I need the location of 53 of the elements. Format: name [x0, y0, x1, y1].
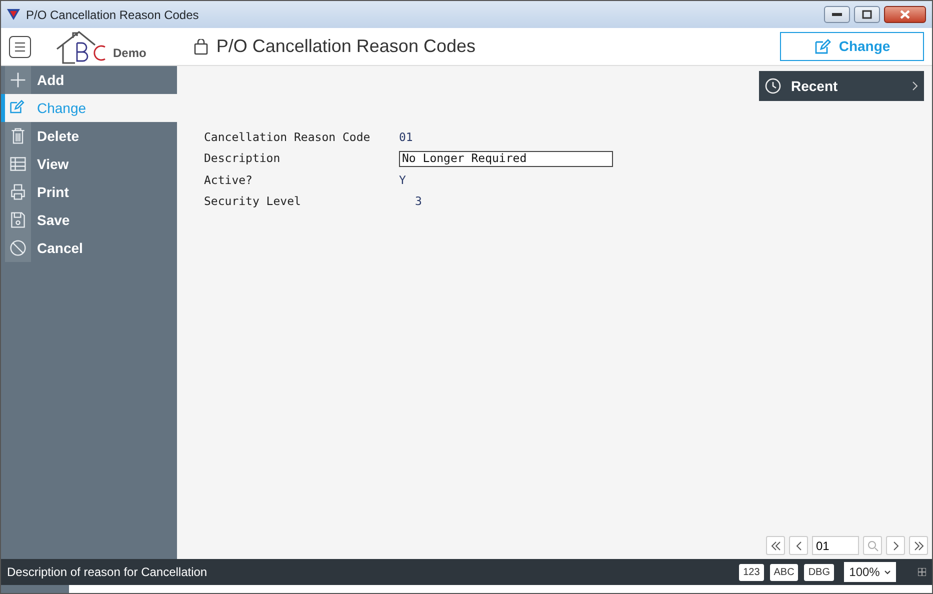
field-label: Description — [204, 150, 282, 168]
save-icon — [9, 211, 27, 229]
page-title: P/O Cancellation Reason Codes — [216, 35, 476, 58]
last-page-button[interactable] — [909, 536, 928, 555]
sidebar-item[interactable]: Cancel — [5, 234, 177, 262]
minimize-icon — [832, 12, 842, 16]
menu-icon — [14, 42, 26, 52]
last-page-icon — [912, 540, 924, 552]
edit-icon — [814, 38, 831, 55]
maximize-icon — [862, 10, 872, 19]
search-icon — [866, 540, 878, 552]
field-value: 3 — [414, 194, 422, 208]
field-label: Security Level — [204, 192, 302, 210]
sidebar-item[interactable]: Delete — [5, 122, 177, 150]
maximize-button[interactable] — [854, 6, 880, 23]
change-button[interactable]: Change — [780, 32, 924, 61]
app-icon — [7, 8, 20, 21]
mode-toggle[interactable]: 123 — [739, 564, 764, 580]
printer-icon — [9, 183, 27, 201]
sidebar-item[interactable]: View — [5, 150, 177, 178]
menu-button[interactable] — [9, 36, 31, 58]
sidebar-item[interactable]: Save — [5, 206, 177, 234]
field-value: Y — [399, 172, 406, 186]
status-message: Description of reason for Cancellation — [7, 564, 208, 581]
description-field[interactable]: No Longer Required — [399, 150, 613, 167]
mode-toggle[interactable]: DBG — [804, 564, 834, 580]
first-page-button[interactable] — [766, 536, 785, 555]
next-button[interactable] — [886, 536, 905, 555]
close-button[interactable] — [884, 6, 926, 23]
logo-text: Demo — [113, 44, 146, 62]
field-label: Cancellation Reason Code — [204, 129, 372, 146]
zoom-dropdown[interactable]: 100% — [844, 562, 896, 582]
sidebar-item[interactable]: Add — [5, 66, 177, 94]
caret-icon — [884, 570, 891, 574]
chevron-right-icon — [912, 81, 918, 91]
sidebar-item[interactable]: Change — [5, 94, 177, 122]
minimize-button[interactable] — [824, 6, 850, 23]
clock-icon — [765, 78, 781, 94]
table-icon — [9, 155, 27, 173]
trash-icon — [9, 127, 27, 145]
recent-button[interactable]: Recent — [759, 71, 924, 101]
grid-icon — [918, 568, 926, 576]
close-icon — [900, 10, 910, 19]
field-value: 01 — [399, 130, 413, 144]
previous-button[interactable] — [789, 536, 808, 555]
record-field[interactable]: 01 — [812, 536, 859, 555]
window-title: P/O Cancellation Reason Codes — [26, 6, 199, 24]
field-label: Active? — [204, 172, 254, 188]
plus-icon — [9, 71, 27, 89]
mode-toggle[interactable]: ABC — [770, 564, 798, 580]
first-page-icon — [770, 540, 782, 552]
cancel-icon — [9, 239, 27, 257]
sidebar-item[interactable]: Print — [5, 178, 177, 206]
